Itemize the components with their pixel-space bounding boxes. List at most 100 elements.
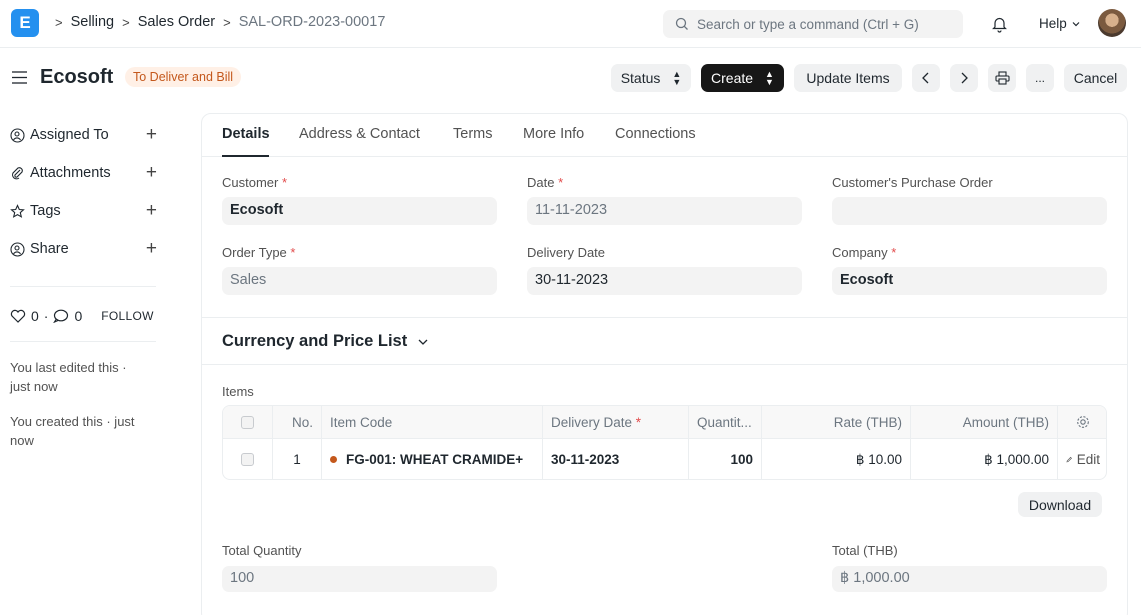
status-badge: To Deliver and Bill <box>125 67 242 87</box>
items-label: Items <box>222 384 254 399</box>
order-type-label-text: Order Type <box>222 245 287 260</box>
breadcrumb-document[interactable]: SAL-ORD-2023-00017 <box>239 14 386 30</box>
required-marker: * <box>281 175 288 190</box>
column-settings[interactable] <box>1058 406 1106 438</box>
row-edit-button[interactable]: Edit <box>1058 439 1106 479</box>
chevron-right-icon: > <box>122 14 130 30</box>
sidebar-item-attachments[interactable]: Attachments + <box>10 162 157 184</box>
last-edited-text: You last edited this · just now <box>10 360 127 394</box>
chevron-right-icon: > <box>223 14 231 30</box>
plus-icon[interactable]: + <box>146 124 157 146</box>
divider <box>10 341 156 342</box>
plus-icon[interactable]: + <box>146 162 157 184</box>
logo-letter: E <box>19 13 31 32</box>
row-checkbox[interactable] <box>241 453 254 466</box>
like-count: 0 <box>31 308 39 324</box>
table-row[interactable]: 1 FG-001: WHEAT CRAMIDE+ 30-11-2023 100 … <box>223 439 1106 479</box>
currency-section-toggle[interactable]: Currency and Price List <box>222 332 429 351</box>
breadcrumb-sales-order[interactable]: Sales Order <box>138 14 215 30</box>
row-amount: ฿ 1,000.00 <box>911 439 1058 479</box>
page-title: Ecosoft <box>40 66 114 88</box>
date-label: Date * <box>527 175 563 190</box>
pencil-icon <box>1066 456 1072 463</box>
tab-connections[interactable]: Connections <box>615 126 696 142</box>
next-button[interactable] <box>950 64 978 92</box>
total-field: ฿ 1,000.00 <box>832 566 1107 592</box>
share-user-icon <box>10 241 25 257</box>
app-logo[interactable]: E <box>11 9 39 37</box>
select-all-checkbox[interactable] <box>241 415 254 429</box>
chevron-right-icon: > <box>55 14 63 30</box>
follow-button[interactable]: FOLLOW <box>101 309 153 323</box>
chevron-down-icon <box>1072 21 1080 26</box>
breadcrumb-selling[interactable]: Selling <box>71 14 115 30</box>
customer-label-text: Customer <box>222 175 279 190</box>
update-items-button[interactable]: Update Items <box>794 64 902 92</box>
row-item-code[interactable]: FG-001: WHEAT CRAMIDE+ <box>322 439 543 479</box>
plus-icon[interactable]: + <box>146 200 157 222</box>
download-button[interactable]: Download <box>1018 492 1102 517</box>
form-card: Details Address & Contact Terms More Inf… <box>201 113 1128 615</box>
required-marker: * <box>891 245 897 260</box>
status-button-label: Status <box>620 70 661 86</box>
cancel-button[interactable]: Cancel <box>1064 64 1127 92</box>
row-delivery-date[interactable]: 30-11-2023 <box>543 439 689 479</box>
row-no: 1 <box>273 439 322 479</box>
date-field[interactable]: 11-11-2023 <box>527 197 802 225</box>
total-quantity-field: 100 <box>222 566 497 592</box>
bell-icon[interactable] <box>991 15 1008 33</box>
company-label: Company * <box>832 245 896 260</box>
select-all-cell <box>223 406 273 438</box>
tab-address-contact[interactable]: Address & Contact <box>299 126 420 142</box>
divider <box>10 286 156 287</box>
tab-more-info[interactable]: More Info <box>523 126 584 142</box>
section-title: Currency and Price List <box>222 332 408 350</box>
create-button-label: Create <box>711 70 754 86</box>
order-type-label: Order Type * <box>222 245 295 260</box>
comment-icon[interactable] <box>53 309 69 323</box>
more-button[interactable]: ... <box>1026 64 1054 92</box>
company-field[interactable]: Ecosoft <box>832 267 1107 295</box>
total-label: Total (THB) <box>832 543 898 558</box>
user-add-icon <box>10 127 25 143</box>
order-type-field[interactable]: Sales <box>222 267 497 295</box>
column-header-quantity: Quantit... <box>689 406 762 438</box>
edit-label: Edit <box>1076 452 1100 467</box>
print-button[interactable] <box>988 64 1016 92</box>
sidebar-item-tags[interactable]: Tags + <box>10 200 157 222</box>
sort-icon: ▲ ▼ <box>672 69 682 87</box>
required-marker: * <box>290 245 296 260</box>
search-icon <box>675 17 688 30</box>
status-button[interactable]: Status ▲ ▼ <box>611 64 691 92</box>
paperclip-icon <box>12 166 23 179</box>
date-label-text: Date <box>527 175 555 190</box>
tab-terms[interactable]: Terms <box>453 126 492 142</box>
heart-icon[interactable] <box>10 309 26 323</box>
avatar[interactable] <box>1098 9 1126 37</box>
delivery-date-field[interactable]: 30-11-2023 <box>527 267 802 295</box>
item-code-text: FG-001: WHEAT CRAMIDE+ <box>346 452 524 467</box>
sidebar-item-assigned-to[interactable]: Assigned To + <box>10 124 157 146</box>
printer-icon <box>994 71 1010 85</box>
help-dropdown[interactable]: Help <box>1039 16 1081 31</box>
search-input[interactable]: Search or type a command (Ctrl + G) <box>663 10 963 38</box>
column-header-no: No. <box>273 406 322 438</box>
create-button[interactable]: Create ▲ ▼ <box>701 64 784 92</box>
menu-icon[interactable] <box>12 71 27 84</box>
gear-icon <box>1077 416 1089 428</box>
sidebar-item-share[interactable]: Share + <box>10 238 157 260</box>
row-quantity[interactable]: 100 <box>689 439 762 479</box>
section-divider <box>202 364 1127 365</box>
customer-po-field[interactable] <box>832 197 1107 225</box>
plus-icon[interactable]: + <box>146 238 157 260</box>
sort-icon: ▲ ▼ <box>765 69 774 87</box>
row-rate[interactable]: ฿ 10.00 <box>762 439 911 479</box>
customer-po-label: Customer's Purchase Order <box>832 175 993 190</box>
tab-bar: Details Address & Contact Terms More Inf… <box>202 114 1127 157</box>
tab-details[interactable]: Details <box>222 126 270 142</box>
previous-button[interactable] <box>912 64 940 92</box>
customer-field[interactable]: Ecosoft <box>222 197 497 225</box>
sidebar-item-label: Assigned To <box>30 127 109 143</box>
search-placeholder: Search or type a command (Ctrl + G) <box>697 16 919 32</box>
section-divider <box>202 317 1127 318</box>
